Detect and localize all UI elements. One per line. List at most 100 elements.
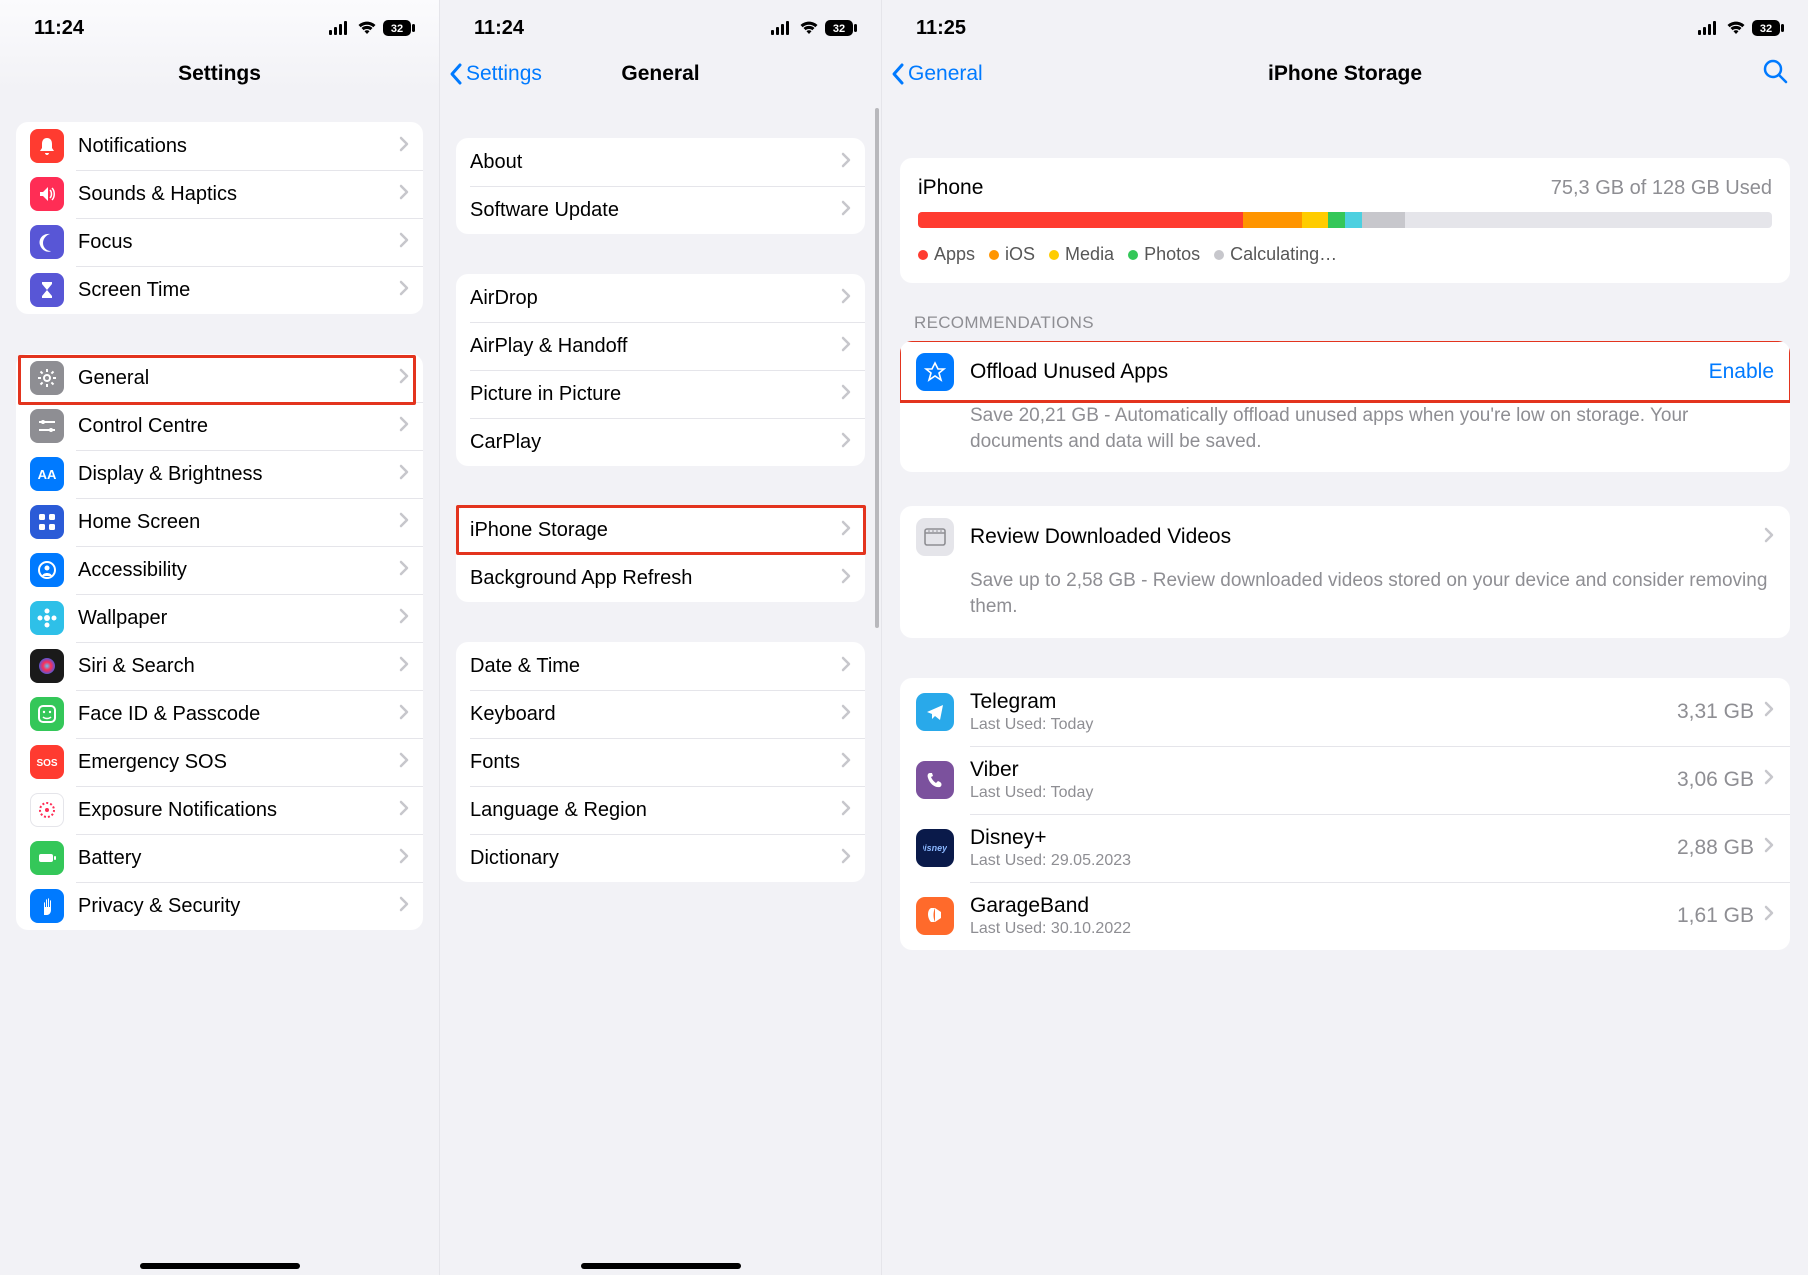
general-row-iphone-storage[interactable]: iPhone Storage	[456, 506, 865, 554]
person-icon	[30, 553, 64, 587]
offload-row[interactable]: Offload Unused Apps Enable	[900, 341, 1790, 403]
app-last-used: Last Used: Today	[970, 784, 1677, 802]
app-icon-garageband	[916, 897, 954, 935]
settings-row-sounds-haptics[interactable]: Sounds & Haptics	[16, 170, 423, 218]
back-button[interactable]: Settings	[448, 62, 542, 86]
settings-row-label: Home Screen	[78, 511, 399, 534]
chevron-left-icon	[448, 62, 464, 86]
general-row-about[interactable]: About	[456, 138, 865, 186]
settings-row-face-id-passcode[interactable]: Face ID & Passcode	[16, 690, 423, 738]
battery-icon: 32	[825, 20, 857, 36]
settings-row-exposure-notifications[interactable]: Exposure Notifications	[16, 786, 423, 834]
app-name: Telegram	[970, 690, 1677, 714]
settings-row-label: Focus	[78, 231, 399, 254]
chevron-right-icon	[399, 848, 409, 869]
general-row-keyboard[interactable]: Keyboard	[456, 690, 865, 738]
app-row-viber[interactable]: ViberLast Used: Today3,06 GB	[900, 746, 1790, 814]
app-last-used: Last Used: Today	[970, 716, 1677, 734]
app-size: 3,06 GB	[1677, 768, 1754, 792]
general-row-label: AirPlay & Handoff	[470, 335, 841, 358]
search-button[interactable]	[1762, 58, 1788, 90]
general-row-label: iPhone Storage	[470, 519, 841, 542]
legend-item: Media	[1049, 244, 1114, 265]
general-row-background-app-refresh[interactable]: Background App Refresh	[456, 554, 865, 602]
app-text: Disney+ Last Used: 29.05.2023	[970, 826, 1677, 870]
legend-label: Apps	[934, 244, 975, 265]
general-row-fonts[interactable]: Fonts	[456, 738, 865, 786]
settings-row-home-screen[interactable]: Home Screen	[16, 498, 423, 546]
general-row-software-update[interactable]: Software Update	[456, 186, 865, 234]
chevron-right-icon	[1764, 905, 1774, 926]
gear-icon	[30, 361, 64, 395]
search-icon	[1762, 58, 1788, 84]
bell-icon	[30, 129, 64, 163]
chevron-right-icon	[399, 232, 409, 253]
general-row-language-region[interactable]: Language & Region	[456, 786, 865, 834]
storage-used-text: 75,3 GB of 128 GB Used	[1551, 177, 1772, 200]
settings-row-emergency-sos[interactable]: SOSEmergency SOS	[16, 738, 423, 786]
settings-row-privacy-security[interactable]: Privacy & Security	[16, 882, 423, 930]
settings-row-battery[interactable]: Battery	[16, 834, 423, 882]
settings-row-accessibility[interactable]: Accessibility	[16, 546, 423, 594]
chevron-right-icon	[399, 656, 409, 677]
general-row-dictionary[interactable]: Dictionary	[456, 834, 865, 882]
general-row-label: Language & Region	[470, 799, 841, 822]
settings-row-display-brightness[interactable]: AADisplay & Brightness	[16, 450, 423, 498]
page-title: iPhone Storage	[1268, 62, 1422, 86]
review-videos-row[interactable]: Review Downloaded Videos	[900, 506, 1790, 568]
app-icon-telegram	[916, 693, 954, 731]
svg-text:32: 32	[833, 23, 845, 35]
review-videos-description: Save up to 2,58 GB - Review downloaded v…	[900, 568, 1790, 637]
enable-button[interactable]: Enable	[1709, 360, 1774, 384]
general-row-carplay[interactable]: CarPlay	[456, 418, 865, 466]
general-group-about: About Software Update	[456, 138, 865, 234]
device-name: iPhone	[918, 176, 983, 200]
page-title: General	[621, 62, 699, 86]
settings-row-notifications[interactable]: Notifications	[16, 122, 423, 170]
settings-row-general[interactable]: General	[16, 354, 423, 402]
general-group-date: Date & Time Keyboard Fonts Language & Regio…	[456, 642, 865, 882]
settings-row-label: Exposure Notifications	[78, 799, 399, 822]
settings-row-control-centre[interactable]: Control Centre	[16, 402, 423, 450]
hand-icon	[30, 889, 64, 923]
settings-row-focus[interactable]: Focus	[16, 218, 423, 266]
settings-screen: 11:24 32 Settings NotificationsSounds & …	[0, 0, 440, 1275]
settings-row-screen-time[interactable]: Screen Time	[16, 266, 423, 314]
home-indicator	[140, 1263, 300, 1269]
general-row-label: Keyboard	[470, 703, 841, 726]
settings-row-label: General	[78, 367, 399, 390]
app-row-disney[interactable]: Disney+Disney+Last Used: 29.05.20232,88 …	[900, 814, 1790, 882]
svg-text:Disney+: Disney+	[923, 843, 947, 853]
general-row-label: Background App Refresh	[470, 567, 841, 590]
app-row-garageband[interactable]: GarageBandLast Used: 30.10.20221,61 GB	[900, 882, 1790, 950]
chevron-right-icon	[1764, 701, 1774, 722]
app-row-telegram[interactable]: TelegramLast Used: Today3,31 GB	[900, 678, 1790, 746]
chevron-right-icon	[399, 800, 409, 821]
legend-item: Apps	[918, 244, 975, 265]
general-row-airplay-handoff[interactable]: AirPlay & Handoff	[456, 322, 865, 370]
app-name: Disney+	[970, 826, 1677, 850]
settings-group-general: General Control Centre AADisplay & Brightn…	[16, 354, 423, 930]
back-label: General	[908, 62, 983, 86]
settings-row-siri-search[interactable]: Siri & Search	[16, 642, 423, 690]
settings-row-wallpaper[interactable]: Wallpaper	[16, 594, 423, 642]
general-row-label: Fonts	[470, 751, 841, 774]
settings-row-label: Control Centre	[78, 415, 399, 438]
signal-icon	[771, 21, 793, 35]
general-row-label: CarPlay	[470, 431, 841, 454]
siri-icon	[30, 649, 64, 683]
app-last-used: Last Used: 29.05.2023	[970, 852, 1677, 870]
general-row-airdrop[interactable]: AirDrop	[456, 274, 865, 322]
battery-icon: 32	[1752, 20, 1784, 36]
settings-row-label: Privacy & Security	[78, 895, 399, 918]
settings-row-label: Sounds & Haptics	[78, 183, 399, 206]
general-row-picture-in-picture[interactable]: Picture in Picture	[456, 370, 865, 418]
scroll-indicator[interactable]	[875, 108, 879, 628]
back-button[interactable]: General	[890, 62, 983, 86]
general-row-date-time[interactable]: Date & Time	[456, 642, 865, 690]
general-row-label: About	[470, 151, 841, 174]
hourglass-icon	[30, 273, 64, 307]
app-text: Telegram Last Used: Today	[970, 690, 1677, 734]
legend-label: Photos	[1144, 244, 1200, 265]
header: Settings	[0, 48, 439, 100]
